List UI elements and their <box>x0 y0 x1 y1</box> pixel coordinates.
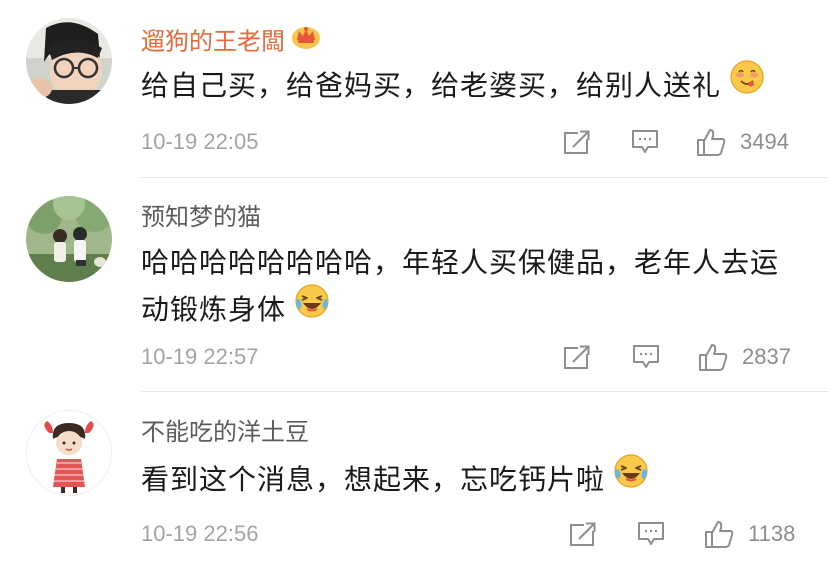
laughing-crying-emoji <box>613 453 649 503</box>
timestamp: 10-19 22:56 <box>141 521 259 546</box>
username-text[interactable]: 不能吃的洋土豆 <box>141 418 309 446</box>
share-icon[interactable] <box>568 520 598 548</box>
comment-meta-row: 10-19 22:56 1138 <box>0 517 828 551</box>
comment-text: 看到这个消息，想起来，忘吃钙片啦 <box>141 453 801 506</box>
username[interactable]: 不能吃的洋土豆 <box>141 417 309 447</box>
comment-icon[interactable] <box>636 520 666 548</box>
avatar[interactable] <box>26 410 112 496</box>
thumbs-up-icon[interactable] <box>703 518 735 550</box>
comment-text-body: 看到这个消息，想起来，忘吃钙片啦 <box>141 463 606 496</box>
comment-item: 不能吃的洋土豆 看到这个消息，想起来，忘吃钙片啦 10-19 22:56 113… <box>0 0 828 566</box>
like-count: 1138 <box>748 521 796 546</box>
